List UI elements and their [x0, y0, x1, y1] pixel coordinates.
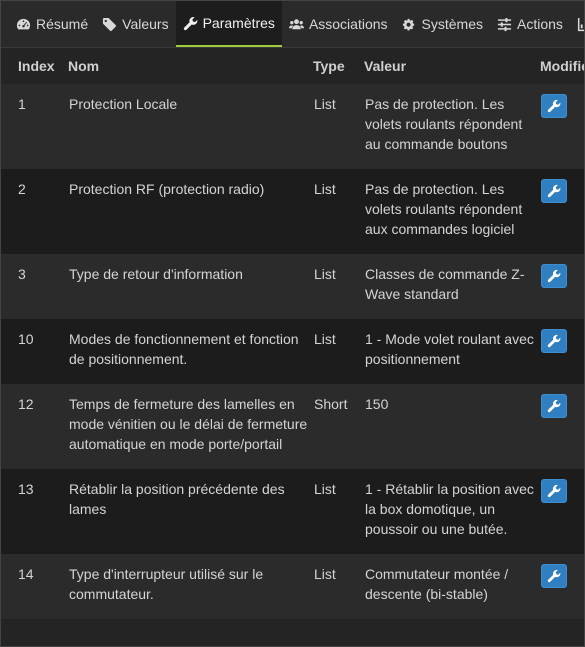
- header-index: Index: [18, 58, 55, 74]
- tab-resume-label: Résumé: [36, 16, 89, 32]
- table-row: 1 Protection Locale List Pas de protecti…: [1, 84, 584, 169]
- wrench-icon: [547, 269, 561, 283]
- tag-icon: [103, 17, 117, 31]
- tab-bar: Résumé Valeurs Paramètres Associations S…: [1, 1, 584, 48]
- cell-modifier: [540, 554, 584, 619]
- tab-actions-label: Actions: [517, 16, 563, 32]
- tab-parametres[interactable]: Paramètres: [175, 1, 282, 47]
- table-row: 13 Rétablir la position précédente des l…: [1, 469, 584, 554]
- cell-type: Short: [313, 384, 364, 469]
- cell-nom: Rétablir la position précédente des lame…: [68, 469, 313, 554]
- header-valeur: Valeur: [364, 58, 407, 74]
- edit-parameter-button[interactable]: [541, 179, 567, 203]
- cell-index: 14: [1, 554, 68, 619]
- table-row: 10 Modes de fonctionnement et fonction d…: [1, 319, 584, 384]
- sliders-icon: [497, 17, 512, 31]
- header-nom: Nom: [68, 58, 100, 74]
- cell-type: List: [313, 254, 364, 319]
- wrench-icon: [547, 484, 561, 498]
- cell-type: List: [313, 84, 364, 169]
- tab-parametres-label: Paramètres: [202, 15, 275, 31]
- cell-modifier: [540, 254, 584, 319]
- wrench-icon: [547, 184, 561, 198]
- edit-parameter-button[interactable]: [541, 264, 567, 288]
- wrench-icon: [547, 569, 561, 583]
- cell-index: 12: [1, 384, 68, 469]
- cell-index: 2: [1, 169, 68, 254]
- cell-modifier: [540, 169, 584, 254]
- wrench-icon: [183, 16, 197, 30]
- cell-modifier: [540, 384, 584, 469]
- cell-nom: Type de retour d'information: [68, 254, 313, 319]
- edit-parameter-button[interactable]: [541, 479, 567, 503]
- cell-type: List: [313, 554, 364, 619]
- cell-index: 3: [1, 254, 68, 319]
- tab-more[interactable]: [570, 1, 584, 47]
- cell-type: List: [313, 319, 364, 384]
- cell-valeur: Pas de protection. Les volets roulants r…: [364, 84, 540, 169]
- wrench-icon: [547, 334, 561, 348]
- tab-resume[interactable]: Résumé: [9, 1, 95, 47]
- parameters-table: Index Nom Type Valeur Modifier 1 Protect…: [1, 48, 584, 619]
- wrench-icon: [547, 99, 561, 113]
- cell-valeur: Pas de protection. Les volets roulants r…: [364, 169, 540, 254]
- cell-index: 1: [1, 84, 68, 169]
- tab-systemes[interactable]: Systèmes: [395, 1, 490, 47]
- cell-type: List: [313, 169, 364, 254]
- cell-nom: Protection RF (protection radio): [68, 169, 313, 254]
- table-row: 12 Temps de fermeture des lamelles en mo…: [1, 384, 584, 469]
- dashboard-icon: [16, 18, 31, 29]
- table-row: 2 Protection RF (protection radio) List …: [1, 169, 584, 254]
- edit-parameter-button[interactable]: [541, 329, 567, 353]
- cell-modifier: [540, 469, 584, 554]
- table-row: 14 Type d'interrupteur utilisé sur le co…: [1, 554, 584, 619]
- cell-nom: Temps de fermeture des lamelles en mode …: [68, 384, 313, 469]
- cell-valeur: 150: [364, 384, 540, 469]
- wrench-icon: [547, 399, 561, 413]
- cell-nom: Type d'interrupteur utilisé sur le commu…: [68, 554, 313, 619]
- header-modifier: Modifier: [540, 58, 584, 74]
- users-icon: [288, 18, 304, 29]
- equipment-config-window: Résumé Valeurs Paramètres Associations S…: [0, 0, 585, 647]
- tab-associations-label: Associations: [308, 16, 388, 32]
- cogs-icon: [402, 18, 414, 30]
- cell-nom: Modes de fonctionnement et fonction de p…: [68, 319, 313, 384]
- cell-valeur: 1 - Rétablir la position avec la box dom…: [364, 469, 540, 554]
- header-type: Type: [313, 58, 345, 74]
- cell-modifier: [540, 84, 584, 169]
- edit-parameter-button[interactable]: [541, 94, 567, 118]
- table-header-row: Index Nom Type Valeur Modifier: [1, 48, 584, 84]
- tab-valeurs-label: Valeurs: [122, 16, 169, 32]
- cell-nom: Protection Locale: [68, 84, 313, 169]
- tab-valeurs[interactable]: Valeurs: [95, 1, 175, 47]
- cell-index: 13: [1, 469, 68, 554]
- tab-systemes-label: Systèmes: [421, 16, 483, 32]
- chart-icon: [577, 17, 584, 31]
- cell-index: 10: [1, 319, 68, 384]
- edit-parameter-button[interactable]: [541, 564, 567, 588]
- cell-valeur: Classes de commande Z-Wave standard: [364, 254, 540, 319]
- tab-associations[interactable]: Associations: [282, 1, 395, 47]
- tab-actions[interactable]: Actions: [490, 1, 570, 47]
- cell-valeur: 1 - Mode volet roulant avec positionneme…: [364, 319, 540, 384]
- edit-parameter-button[interactable]: [541, 394, 567, 418]
- cell-modifier: [540, 319, 584, 384]
- cell-type: List: [313, 469, 364, 554]
- table-row: 3 Type de retour d'information List Clas…: [1, 254, 584, 319]
- cell-valeur: Commutateur montée / descente (bi-stable…: [364, 554, 540, 619]
